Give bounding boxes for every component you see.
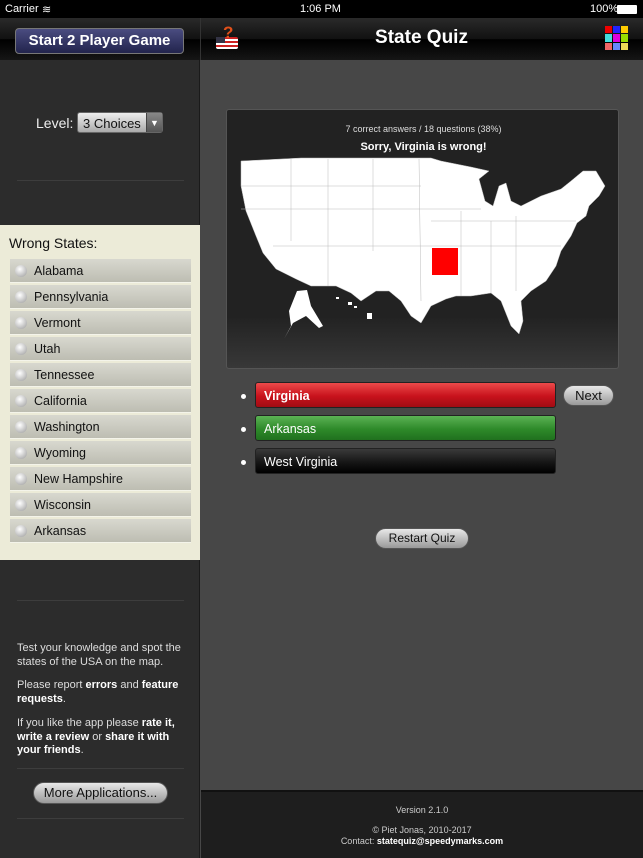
wrong-state-item[interactable]: New Hampshire <box>10 467 191 491</box>
wikipedia-globe-icon <box>15 499 27 511</box>
wrong-states-title: Wrong States: <box>9 235 98 251</box>
level-value: 3 Choices <box>83 116 141 131</box>
contact-email-link[interactable]: statequiz@speedymarks.com <box>377 836 503 846</box>
next-button[interactable]: Next <box>563 385 614 406</box>
errors-link[interactable]: errors <box>85 679 117 691</box>
contact-text: Contact: statequiz@speedymarks.com <box>340 836 504 846</box>
wrong-state-label: Wisconsin <box>34 498 91 512</box>
us-map[interactable] <box>227 110 620 370</box>
wrong-state-item[interactable]: Tennessee <box>10 363 191 387</box>
wrong-state-label: Washington <box>34 420 100 434</box>
time: 1:06 PM <box>300 3 341 15</box>
wrong-state-item[interactable]: Alabama <box>10 259 191 283</box>
info-text-2: Please report errors and feature request… <box>17 679 179 705</box>
bullet <box>241 394 246 399</box>
map-panel: 7 correct answers / 18 questions (38%) S… <box>226 109 619 369</box>
copyright-text: © Piet Jonas, 2010-2017 <box>372 825 472 835</box>
wrong-state-item[interactable]: Pennsylvania <box>10 285 191 309</box>
info-text-3: If you like the app please rate it, writ… <box>17 717 175 756</box>
wikipedia-globe-icon <box>15 369 27 381</box>
level-select[interactable]: 3 Choices ▼ <box>77 112 163 133</box>
us-flag-question-icon[interactable]: ? <box>215 23 241 52</box>
wrong-states-panel: Wrong States: Alabama Pennsylvania Vermont… <box>0 225 200 560</box>
wikipedia-globe-icon <box>15 291 27 303</box>
hawaii <box>336 297 372 319</box>
divider <box>17 818 184 819</box>
color-grid-icon[interactable] <box>605 26 629 50</box>
wikipedia-globe-icon <box>15 473 27 485</box>
level-label: Level: <box>36 115 74 131</box>
wrong-state-label: Wyoming <box>34 446 86 460</box>
wikipedia-globe-icon <box>15 447 27 459</box>
wrong-state-label: Alabama <box>34 264 84 278</box>
wrong-state-item[interactable]: California <box>10 389 191 413</box>
answer-button-wrong[interactable]: Virginia <box>255 382 556 408</box>
wrong-state-item[interactable]: Wisconsin <box>10 493 191 517</box>
wrong-state-label: Arkansas <box>34 524 87 538</box>
info-text-1: Test your knowledge and spot the states … <box>17 642 181 668</box>
bullet <box>241 460 246 465</box>
bullet <box>241 427 246 432</box>
wrong-state-item[interactable]: Wyoming <box>10 441 191 465</box>
wrong-state-item[interactable]: Washington <box>10 415 191 439</box>
wikipedia-globe-icon <box>15 525 27 537</box>
start-2-player-button[interactable]: Start 2 Player Game <box>15 28 184 54</box>
wikipedia-globe-icon <box>15 265 27 277</box>
chevron-down-icon: ▼ <box>146 113 162 132</box>
battery-label: 100% <box>590 3 619 15</box>
wikipedia-globe-icon <box>15 395 27 407</box>
wrong-state-label: New Hampshire <box>34 472 123 486</box>
divider <box>17 180 184 181</box>
divider <box>17 600 184 601</box>
footer: Version 2.1.0 © Piet Jonas, 2010-2017 Co… <box>201 790 643 858</box>
wrong-state-item[interactable]: Arkansas <box>10 519 191 543</box>
highlighted-state-arkansas <box>432 248 458 275</box>
page-title: State Quiz <box>375 27 468 48</box>
wrong-state-label: Utah <box>34 342 61 356</box>
header: Start 2 Player Game ? State Quiz <box>0 18 643 60</box>
wikipedia-globe-icon <box>15 421 27 433</box>
version-text: Version 2.1.0 <box>395 805 449 815</box>
wikipedia-globe-icon <box>15 343 27 355</box>
wrong-state-item[interactable]: Utah <box>10 337 191 361</box>
wrong-state-item[interactable]: Vermont <box>10 311 191 335</box>
status-bar: Carrier ≋ 1:06 PM 100% <box>0 0 643 18</box>
alaska <box>284 290 323 339</box>
wifi-icon: ≋ <box>42 4 52 16</box>
wikipedia-globe-icon <box>15 317 27 329</box>
wrong-state-label: Vermont <box>34 316 81 330</box>
carrier: Carrier <box>5 3 39 15</box>
restart-quiz-button[interactable]: Restart Quiz <box>375 528 469 549</box>
wrong-state-label: California <box>34 394 87 408</box>
wrong-state-label: Pennsylvania <box>34 290 109 304</box>
more-applications-button[interactable]: More Applications... <box>33 782 168 804</box>
answer-button-correct[interactable]: Arkansas <box>255 415 556 441</box>
battery-icon <box>617 5 637 14</box>
wrong-state-label: Tennessee <box>34 368 95 382</box>
answer-button[interactable]: West Virginia <box>255 448 556 474</box>
divider <box>17 768 184 769</box>
